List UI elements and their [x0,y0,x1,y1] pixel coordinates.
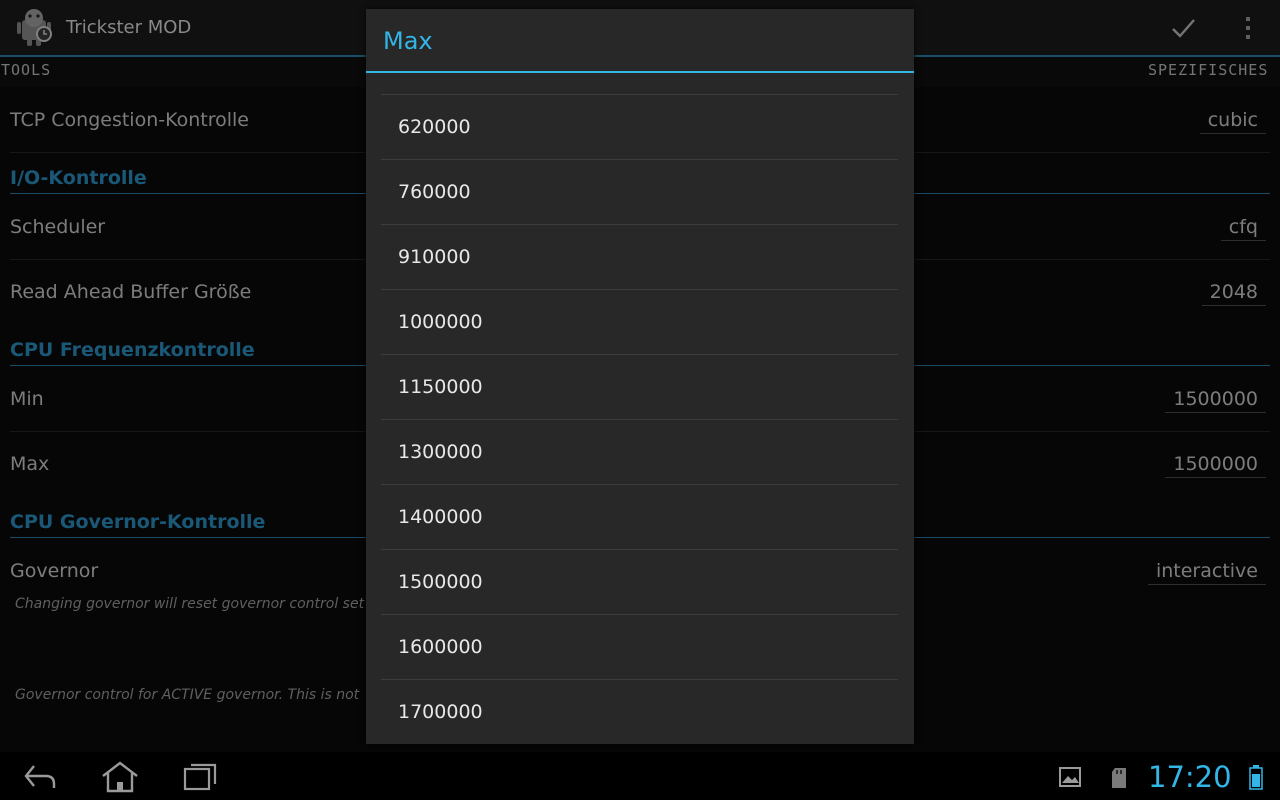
frequency-option[interactable]: 620000 [381,94,898,159]
sd-card-icon[interactable] [1110,767,1128,793]
frequency-option-label: 1150000 [398,376,483,398]
system-bar: 17:20 [0,752,1280,800]
status-clock[interactable]: 17:20 [1148,760,1232,794]
frequency-option[interactable]: 1500000 [381,549,898,614]
frequency-option[interactable]: 1400000 [381,484,898,549]
frequency-option-list[interactable]: 620000 760000 910000 1000000 1150000 130… [381,94,898,744]
frequency-option-label: 1300000 [398,441,483,463]
dialog-title-divider [366,71,914,73]
frequency-option-label: 1500000 [398,571,483,593]
dialog-title: Max [383,27,433,55]
frequency-option[interactable]: 1150000 [381,354,898,419]
battery-icon[interactable] [1248,764,1264,794]
gallery-icon[interactable] [1058,766,1082,792]
frequency-option-label: 910000 [398,246,471,268]
recent-apps-icon[interactable] [182,760,218,796]
frequency-option-label: 1600000 [398,636,483,658]
frequency-option[interactable]: 1700000 [381,679,898,744]
frequency-option[interactable]: 1300000 [381,419,898,484]
frequency-option[interactable]: 910000 [381,224,898,289]
frequency-option[interactable]: 760000 [381,159,898,224]
max-frequency-dialog: Max 620000 760000 910000 1000000 1150000… [366,9,914,744]
frequency-option-label: 1000000 [398,311,483,333]
back-icon[interactable] [22,760,58,796]
home-icon[interactable] [100,760,140,798]
frequency-option-label: 760000 [398,181,471,203]
frequency-option-label: 1400000 [398,506,483,528]
frequency-option[interactable]: 1000000 [381,289,898,354]
frequency-option[interactable]: 1600000 [381,614,898,679]
frequency-option-label: 1700000 [398,701,483,723]
frequency-option-label: 620000 [398,116,471,138]
